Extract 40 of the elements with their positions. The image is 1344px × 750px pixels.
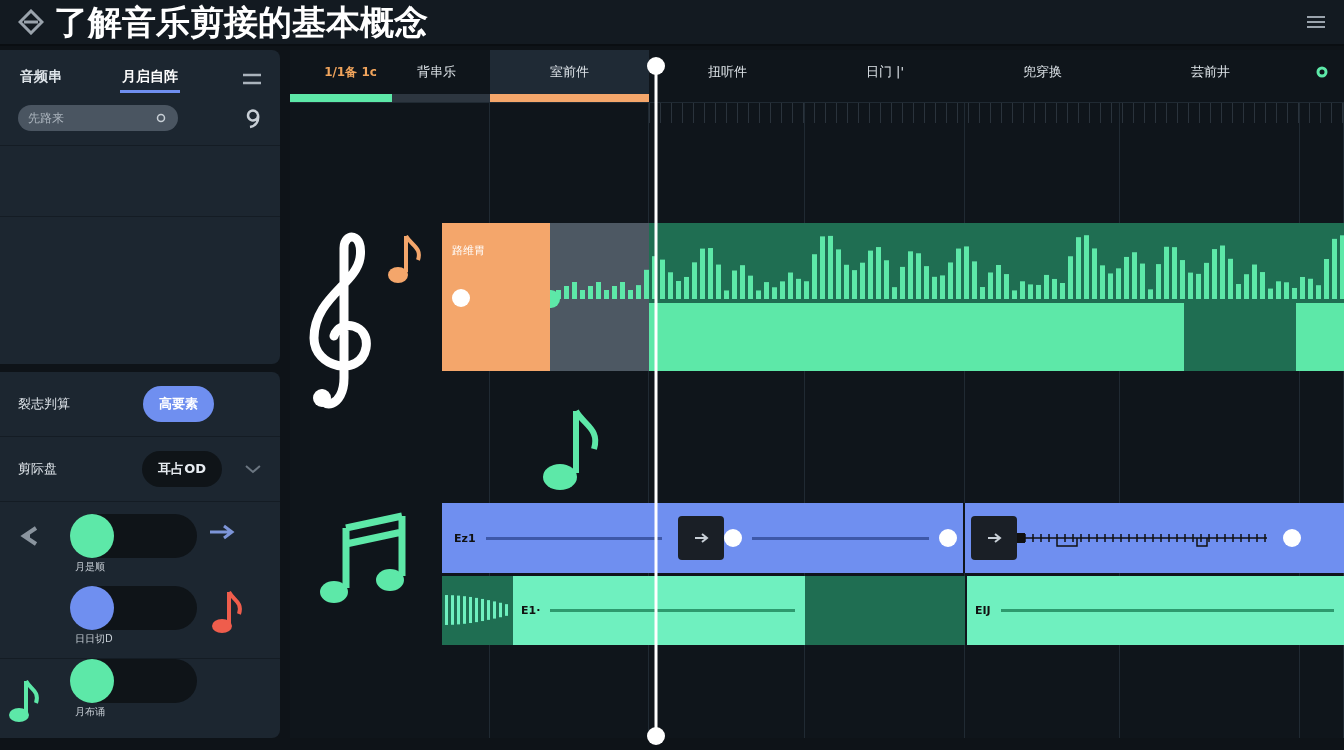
menu-icon[interactable]: [242, 71, 262, 86]
clip-handle[interactable]: [1283, 529, 1301, 547]
toggle-switch[interactable]: [70, 659, 197, 703]
timeline-tab[interactable]: 日门 |': [865, 63, 905, 81]
clip-handle[interactable]: [724, 529, 743, 547]
arrow-button[interactable]: [678, 516, 725, 560]
toggle-label: 日日切D: [75, 632, 113, 646]
timeline-tab[interactable]: 兜穿换: [1023, 63, 1062, 81]
logo-icon[interactable]: [18, 9, 44, 35]
forward-arrow-icon[interactable]: [209, 524, 235, 540]
clip-label: 路维胃: [452, 243, 486, 258]
panel-tab[interactable]: 月启自阵: [120, 64, 180, 93]
toggle-label: 月是顺: [75, 560, 105, 574]
chevron-icon[interactable]: [244, 464, 262, 474]
timeline-tab[interactable]: 芸前井: [1190, 63, 1230, 81]
dropdown[interactable]: 耳占OD: [142, 451, 223, 487]
clip-handle[interactable]: [452, 289, 470, 307]
panel-tab[interactable]: 音频串: [18, 64, 64, 93]
search-field[interactable]: 先路来: [18, 105, 178, 131]
toggle-switch[interactable]: [70, 514, 197, 558]
clip-handle[interactable]: [939, 529, 957, 547]
timeline-tab[interactable]: 扭听件: [707, 63, 747, 81]
timeline-tab[interactable]: 背串乐: [416, 63, 456, 81]
setting-label: 裂志判算: [18, 395, 71, 413]
toggle-label: 月布诵: [75, 705, 105, 719]
audio-clip[interactable]: E1· EIJ: [442, 576, 1344, 645]
clip-label: EIJ: [975, 604, 991, 617]
search-icon[interactable]: [156, 113, 166, 123]
menu-icon[interactable]: [1306, 15, 1326, 29]
clip-label: Ez1: [454, 531, 476, 545]
audio-clip[interactable]: Ez1: [442, 503, 1344, 573]
toggle-switch[interactable]: [70, 586, 197, 630]
playhead[interactable]: [646, 56, 666, 746]
setting-label: 剪际盘: [18, 460, 58, 478]
waveform-drawing: [442, 576, 513, 645]
page-title: 了解音乐剪接的基本概念: [54, 2, 429, 42]
clip-label: E1·: [521, 604, 541, 617]
arrow-button[interactable]: [971, 516, 1017, 560]
timeline-tab[interactable]: 室前件: [550, 63, 589, 81]
track-counter: 1/1备 1c: [324, 63, 377, 81]
